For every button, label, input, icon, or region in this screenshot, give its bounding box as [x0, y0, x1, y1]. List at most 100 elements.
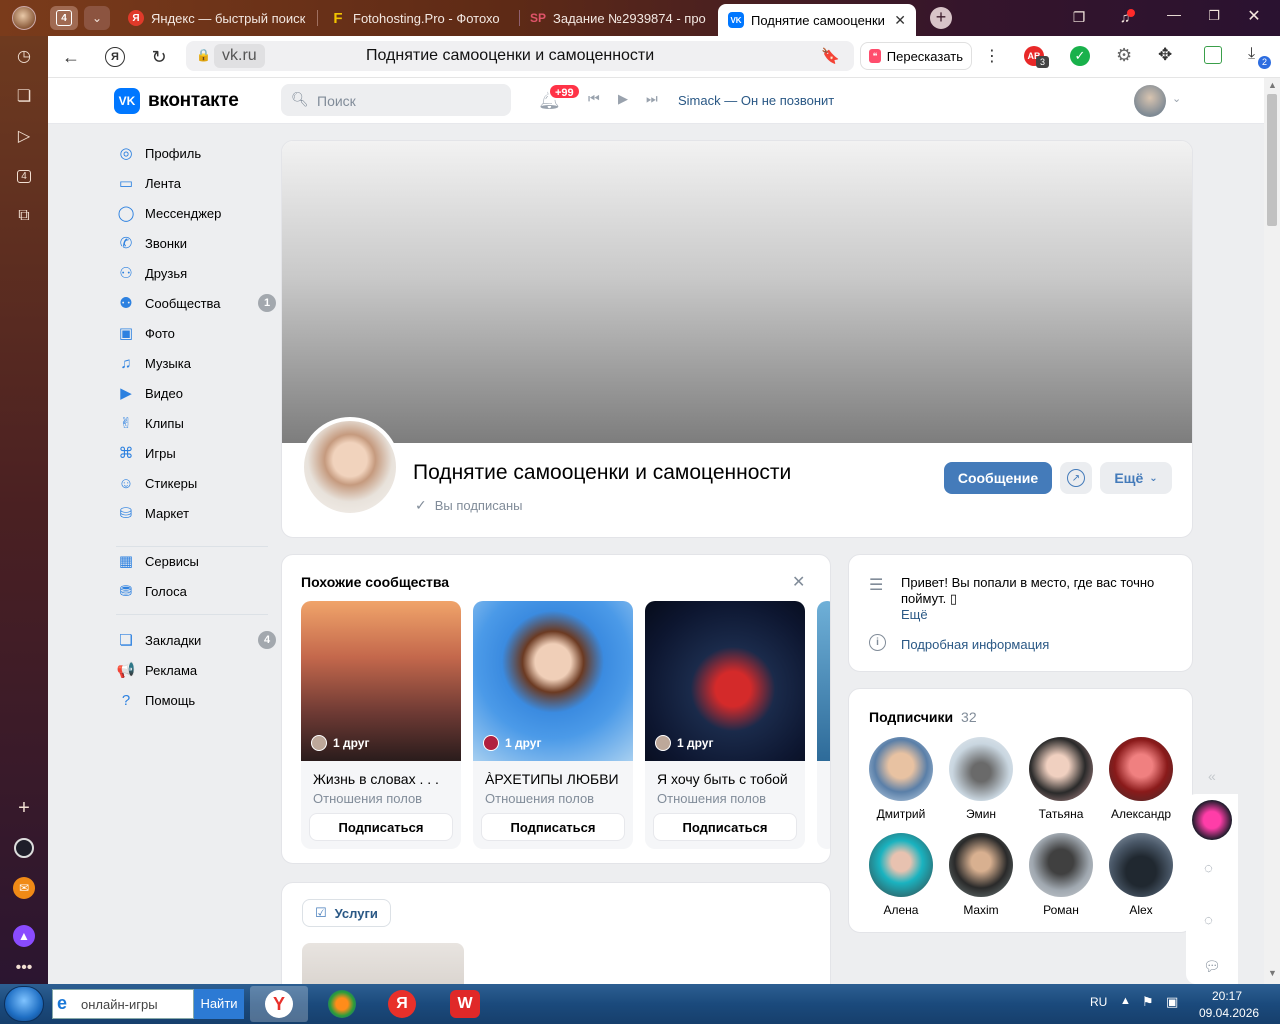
close-window-icon[interactable]: ✕	[1244, 6, 1264, 26]
vk-logo[interactable]: VK вконтакте	[114, 88, 239, 114]
extensions-puzzle-icon[interactable]: ✥	[1158, 45, 1172, 65]
menu-item[interactable]: ⚉ Сообщества 1	[116, 288, 276, 318]
subscriber[interactable]: Роман	[1021, 833, 1101, 917]
network-icon[interactable]: ▣	[1166, 994, 1178, 1010]
menu-item[interactable]: ❏ Закладки 4	[116, 625, 276, 655]
tabs-dropdown-icon[interactable]: ⌄	[84, 6, 110, 30]
language-indicator[interactable]: RU	[1090, 995, 1107, 1009]
subscribers-title[interactable]: Подписчики 32	[869, 709, 977, 725]
subscribed-status[interactable]: ✓ Вы подписаны	[415, 497, 522, 514]
subscriber[interactable]: Alex	[1101, 833, 1181, 917]
menu-item[interactable]: 📢 Реклама	[116, 655, 276, 685]
wps-taskbar-icon[interactable]: W	[450, 990, 480, 1018]
yandex-browser-taskbar-icon[interactable]: Y	[250, 986, 308, 1022]
services-tab[interactable]: ☑ Услуги	[302, 899, 391, 927]
subscriber[interactable]: Татьяна	[1021, 737, 1101, 821]
subscribe-button[interactable]: Подписаться	[309, 813, 453, 841]
more-dots-icon[interactable]: •••	[12, 956, 36, 980]
chevron-down-icon[interactable]: ⌄	[1172, 92, 1181, 105]
menu-item[interactable]: ▶ Видео	[116, 378, 276, 408]
details-link[interactable]: Подробная информация	[901, 637, 1049, 652]
subscriber[interactable]: Александр	[1101, 737, 1181, 821]
similar-item[interactable]: 1 друг ÀРХЕТИПЫ ЛЮБВИ Отношения полов По…	[473, 601, 633, 849]
checkmark-extension-icon[interactable]: ✓	[1070, 46, 1090, 66]
menu-item[interactable]: ✆ Звонки	[116, 228, 276, 258]
scroll-up-arrow-icon[interactable]: ▲	[1268, 80, 1277, 90]
browser-menu-icon[interactable]: ⋮	[984, 46, 1000, 66]
menu-item[interactable]: ▦ Сервисы	[116, 546, 276, 576]
tab-yandex[interactable]: Я Яндекс — быстрый поиск	[118, 4, 314, 32]
menu-item[interactable]: ◯ Мессенджер	[116, 198, 276, 228]
menu-item[interactable]: ◎ Профиль	[116, 138, 276, 168]
back-arrow-icon[interactable]: ←	[58, 44, 84, 70]
subscriber[interactable]: Дмитрий	[861, 737, 941, 821]
now-playing-track[interactable]: Simack — Он не позвонит	[678, 93, 834, 108]
tabs-count-icon[interactable]: 4	[12, 164, 36, 188]
menu-item[interactable]: ▭ Лента	[116, 168, 276, 198]
subscribe-button[interactable]: Подписаться	[653, 813, 797, 841]
minimize-window-icon[interactable]: —	[1164, 6, 1184, 26]
menu-item[interactable]: ⛃ Голоса	[116, 576, 276, 606]
bird-app-taskbar-icon[interactable]	[328, 990, 356, 1018]
clock-date[interactable]: 09.04.2026	[1199, 1006, 1259, 1020]
tab-task[interactable]: SP Задание №2939874 - про	[520, 4, 716, 32]
collections-icon[interactable]: ❏	[12, 84, 36, 108]
subscriber[interactable]: Алена	[861, 833, 941, 917]
menu-item[interactable]: ▣ Фото	[116, 318, 276, 348]
add-panel-icon[interactable]: +	[12, 796, 36, 820]
bookmark-icon[interactable]: 🔖	[821, 47, 840, 65]
menu-item[interactable]: ✌ Клипы	[116, 408, 276, 438]
screenshot-icon[interactable]: ⧉	[12, 204, 36, 228]
menu-item[interactable]: ? Помощь	[116, 685, 276, 715]
mail-icon[interactable]: ✉	[12, 876, 36, 900]
collapse-panel-icon[interactable]: «	[1208, 768, 1216, 784]
restore-window-icon[interactable]: ❐	[1204, 8, 1224, 28]
similar-item[interactable]: 1 друг Я хочу быть с тобой Отношения пол…	[645, 601, 805, 849]
start-button[interactable]	[4, 986, 44, 1022]
taskbar-search-field[interactable]: e онлайн-игры	[52, 989, 194, 1019]
retell-button[interactable]: ❝ Пересказать	[860, 42, 972, 70]
scroll-thumb[interactable]	[1267, 94, 1277, 226]
tab-manager-icon[interactable]: ❐	[1070, 9, 1088, 27]
yandex-home-icon[interactable]: Я	[102, 44, 128, 70]
tab-group-counter[interactable]: 4	[50, 6, 78, 30]
next-track-icon[interactable]: ⏭	[646, 91, 658, 107]
tab-fotohosting[interactable]: F Fotohosting.Pro - Фотохо	[320, 4, 516, 32]
network-error-icon[interactable]: ⚑	[1142, 994, 1154, 1010]
more-button[interactable]: Ещё ⌄	[1100, 462, 1172, 494]
profile-avatar[interactable]	[12, 6, 36, 30]
media-play-icon[interactable]: ▷	[12, 124, 36, 148]
history-icon[interactable]: ◷	[12, 44, 36, 68]
alice-icon[interactable]: ▲	[12, 924, 36, 948]
app-circle-icon[interactable]	[12, 836, 36, 860]
settings-gear-icon[interactable]: ⚙	[1116, 45, 1132, 66]
downloads-icon[interactable]: ⤓	[1248, 45, 1255, 63]
menu-item[interactable]: ♫ Музыка	[116, 348, 276, 378]
similar-item-partial[interactable]	[817, 601, 830, 849]
chat-bubble-icon[interactable]: 💬︎	[1203, 958, 1221, 975]
similar-item[interactable]: 1 друг Жизнь в словах . . . Отношения по…	[301, 601, 461, 849]
tray-expand-icon[interactable]: ▲	[1120, 995, 1131, 1007]
service-image[interactable]	[302, 943, 464, 984]
chat-avatar[interactable]	[1192, 800, 1232, 840]
reload-icon[interactable]: ↻	[146, 44, 172, 70]
play-icon[interactable]: ▶	[618, 91, 628, 107]
tab-vk-active[interactable]: VK Поднятие самооценки ✕	[718, 4, 916, 36]
subscriber[interactable]: Эмин	[941, 737, 1021, 821]
page-scrollbar[interactable]: ▲ ▼	[1264, 78, 1280, 984]
menu-item[interactable]: ☺ Стикеры	[116, 468, 276, 498]
taskbar-search-button[interactable]: Найти	[194, 989, 244, 1019]
clock-time[interactable]: 20:17	[1212, 989, 1242, 1003]
vk-search-input[interactable]: 🔍︎ Поиск	[281, 84, 511, 116]
subscribe-button[interactable]: Подписаться	[481, 813, 625, 841]
scroll-down-arrow-icon[interactable]: ▼	[1268, 968, 1277, 978]
previous-track-icon[interactable]: ⏮	[588, 91, 600, 107]
yandex-taskbar-icon[interactable]: Я	[388, 990, 416, 1018]
message-button[interactable]: Сообщение	[944, 462, 1052, 494]
translate-extension-icon[interactable]	[1204, 46, 1222, 64]
about-more-link[interactable]: Ещё	[901, 607, 928, 622]
subscriber[interactable]: Maxim	[941, 833, 1021, 917]
share-button[interactable]: ↗	[1060, 462, 1092, 494]
new-tab-button[interactable]: +	[930, 7, 952, 29]
menu-item[interactable]: ⛁ Маркет	[116, 498, 276, 528]
